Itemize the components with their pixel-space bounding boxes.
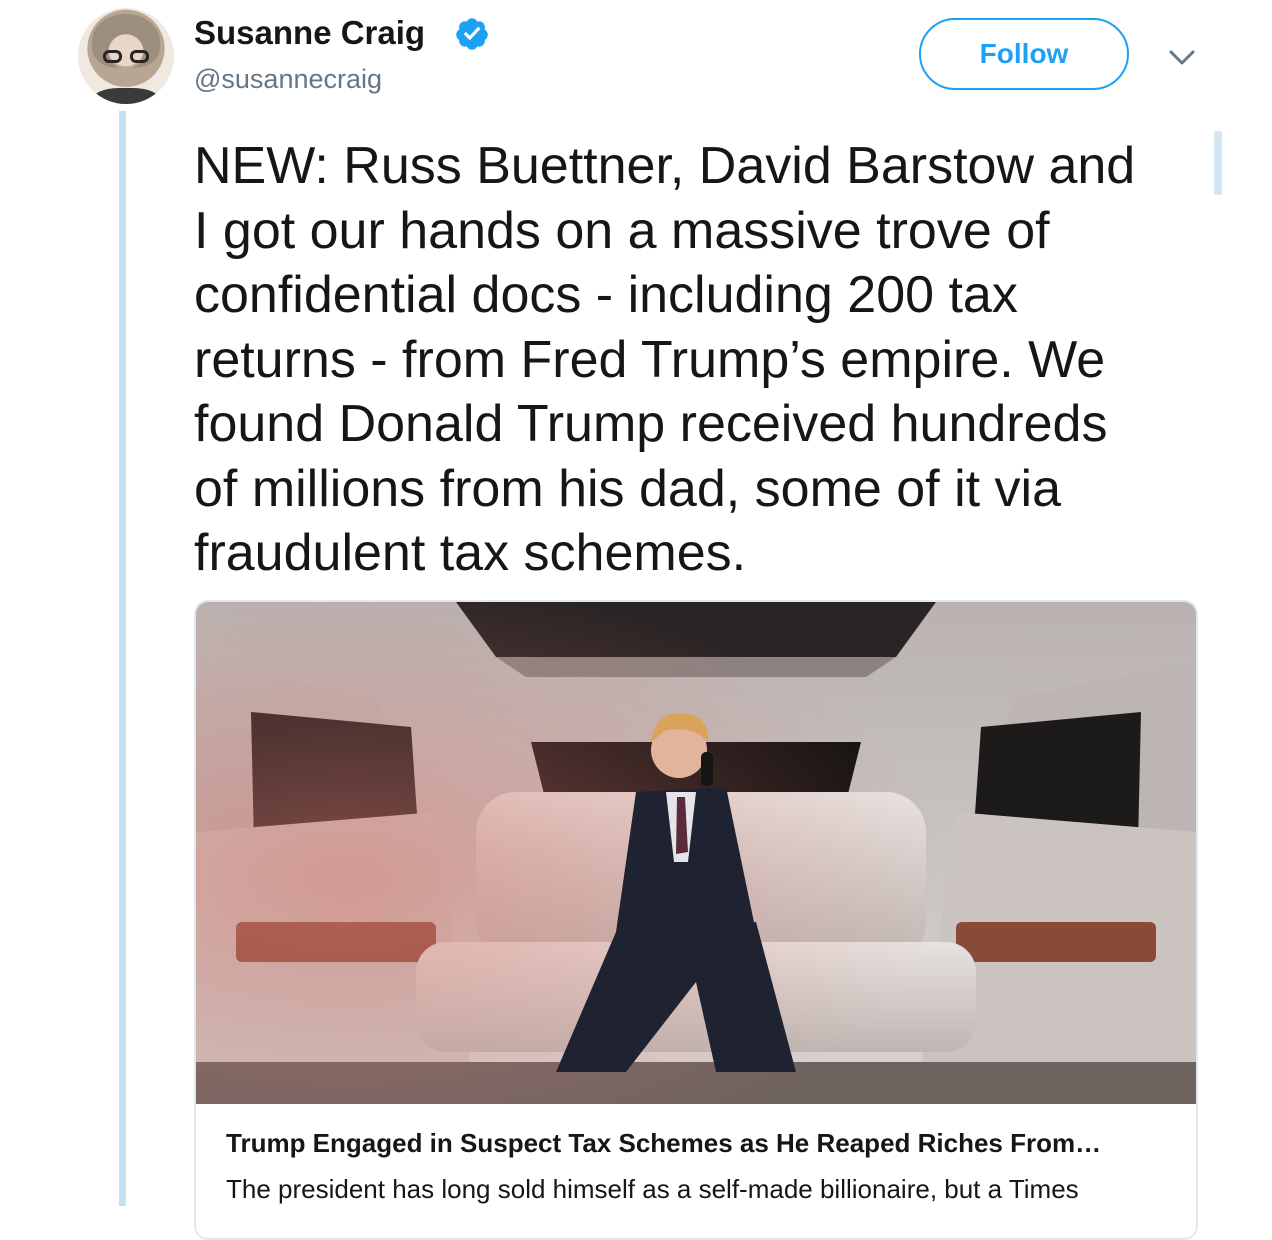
tweet-text-line: found Donald Trump received hundreds bbox=[194, 395, 1108, 453]
tweet-text-line: fraudulent tax schemes. bbox=[194, 524, 747, 582]
verified-badge-icon bbox=[456, 18, 488, 50]
scrollbar-thumb[interactable] bbox=[1214, 131, 1222, 195]
author-handle[interactable]: @susannecraig bbox=[194, 64, 382, 95]
follow-button[interactable]: Follow bbox=[919, 18, 1129, 90]
tweet-text-line: NEW: Russ Buettner, David Barstow and bbox=[194, 137, 1136, 195]
tweet-text-line: confidential docs - including 200 tax bbox=[194, 266, 1018, 324]
chevron-down-icon[interactable] bbox=[1166, 46, 1198, 70]
tweet-text-line: of millions from his dad, some of it via bbox=[194, 459, 1061, 518]
card-title[interactable]: Trump Engaged in Suspect Tax Schemes as … bbox=[226, 1128, 1101, 1159]
card-description: The president has long sold himself as a… bbox=[226, 1174, 1079, 1204]
thread-line bbox=[119, 111, 126, 1206]
card-image[interactable] bbox=[196, 602, 1196, 1104]
author-name[interactable]: Susanne Craig bbox=[194, 14, 425, 52]
link-preview-card[interactable]: Trump Engaged in Suspect Tax Schemes as … bbox=[194, 600, 1198, 1240]
avatar[interactable] bbox=[78, 8, 174, 104]
tweet-text-line: I got our hands on a massive trove of bbox=[194, 201, 1050, 260]
tweet-text: NEW: Russ Buettner, David Barstow and I … bbox=[194, 134, 1204, 586]
tweet-text-line: returns - from Fred Trump’s empire. We bbox=[194, 330, 1106, 389]
glasses-detail bbox=[103, 50, 149, 64]
